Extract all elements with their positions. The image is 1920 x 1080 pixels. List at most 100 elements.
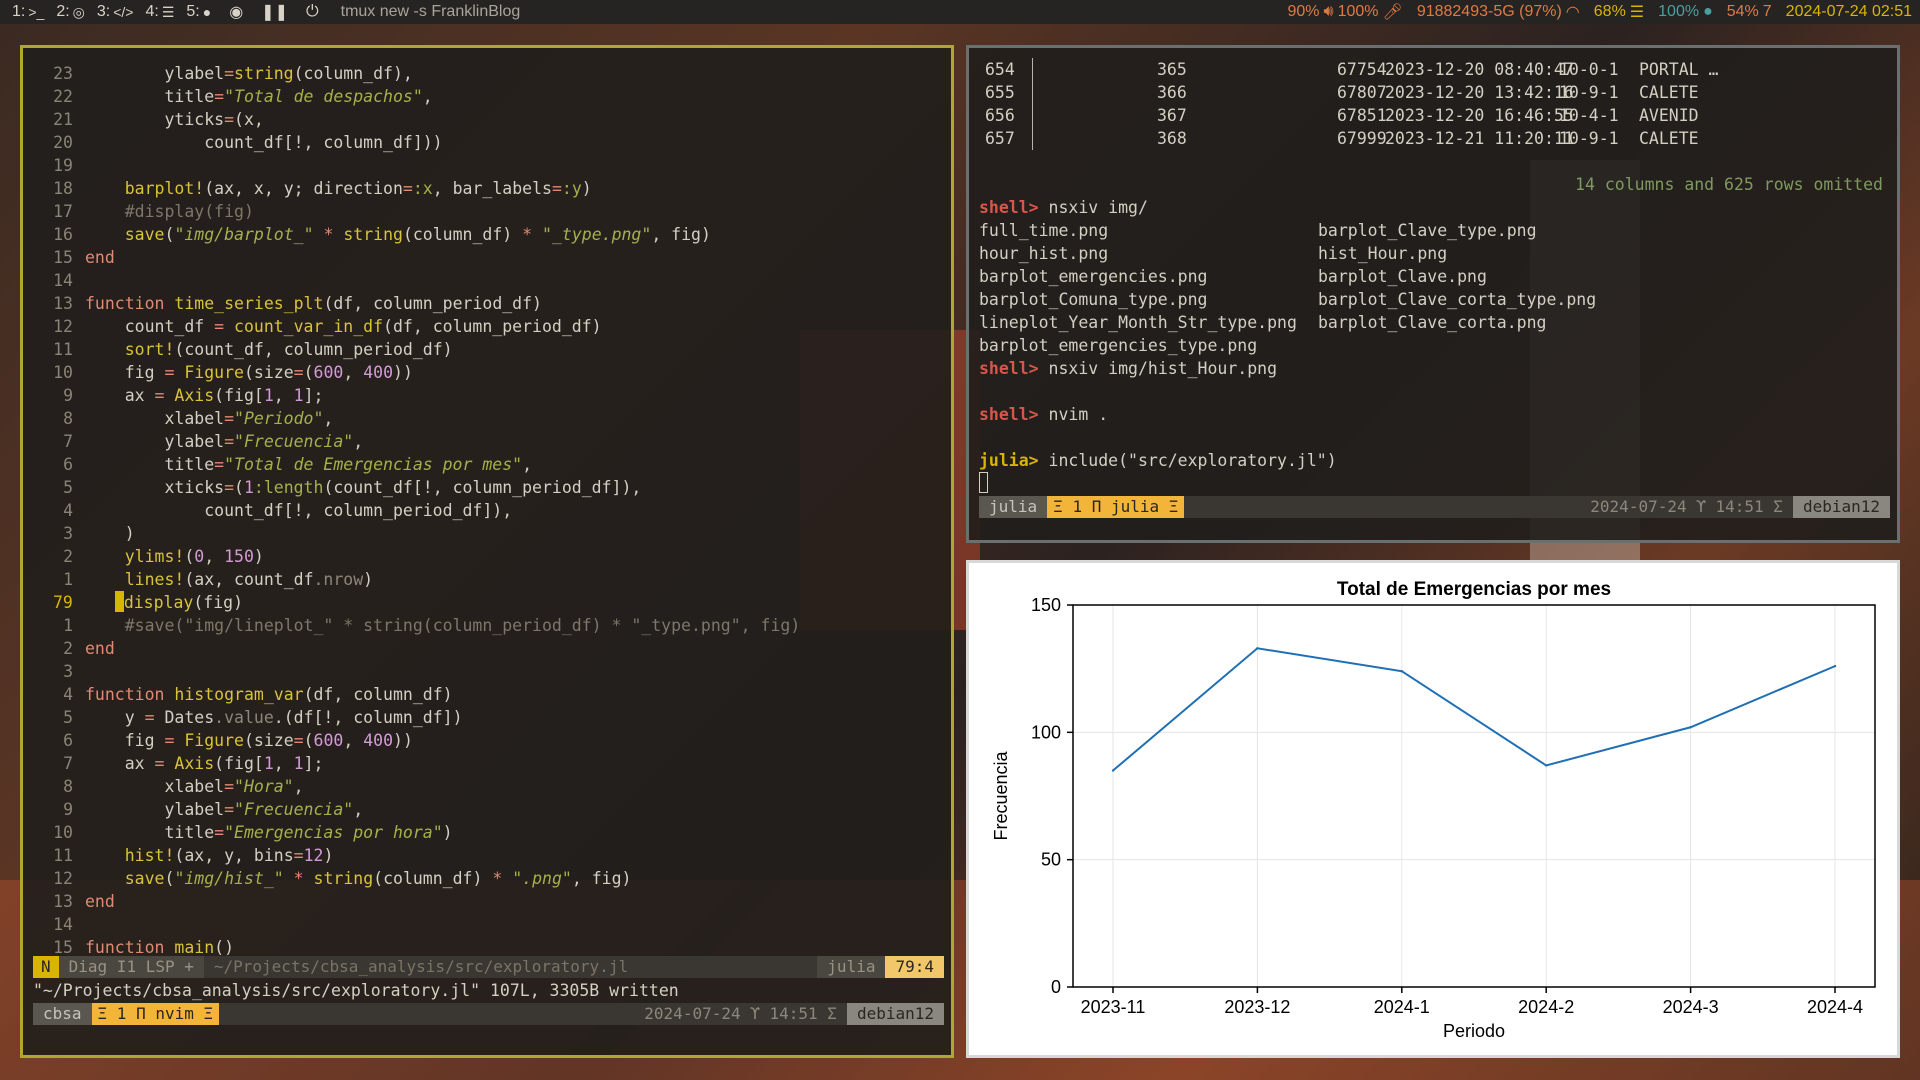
file-name: full_time.png <box>979 221 1109 240</box>
table-row: 655 366 67807 2023-12-20 13:42:16 10-9-1 CALE… <box>979 81 1891 104</box>
code-line[interactable]: 3 ) <box>23 522 951 545</box>
code-line[interactable]: 5 xticks=(1:length(count_df[!, column_pe… <box>23 476 951 499</box>
code-line[interactable]: 21 yticks=(x, <box>23 108 951 131</box>
code-text: function histogram_var(df, column_df) <box>85 685 453 704</box>
code-text: ylabel="Frecuencia", <box>85 800 364 819</box>
code-line[interactable]: 9 ylabel="Frecuencia", <box>23 798 951 821</box>
line-number: 21 <box>53 110 73 129</box>
clock[interactable]: 2024-07-24 02:51 <box>1786 3 1912 21</box>
file-name: barplot_emergencies.png <box>979 267 1208 286</box>
code-line[interactable]: 3 <box>23 660 951 683</box>
code-line[interactable]: 15 end <box>23 246 951 269</box>
code-line[interactable]: 14 <box>23 269 951 292</box>
line-chart: 2023-11 2023-12 2024-1 2024-2 2024-3 2024-4 0 5… <box>991 579 1876 1041</box>
plot-window[interactable]: 2023-11 2023-12 2024-1 2024-2 2024-3 2024-4 0 5… <box>966 560 1900 1058</box>
volume-status[interactable]: 90% 🔊︎ 100% 🎤︎ <box>1287 2 1402 22</box>
code-line[interactable]: 4 function histogram_var(df, column_df) <box>23 683 951 706</box>
code-line[interactable]: 13 end <box>23 890 951 913</box>
top-bar: 1: >_ 2: ◎ 3: </> 4: ☰ 5: ● ◉ ❚❚ ⏻ tmux new -s Frank… <box>0 0 1920 24</box>
workspace-5[interactable]: 5: ● <box>186 3 211 21</box>
code-line[interactable]: 18 barplot!(ax, x, y; direction=:x, bar_… <box>23 177 951 200</box>
line-number: 19 <box>53 156 73 175</box>
code-line[interactable]: 19 <box>23 154 951 177</box>
battery-icon: ☰ <box>1629 4 1645 21</box>
terminal-cursor[interactable] <box>979 472 988 493</box>
x-tick-label: 2024-1 <box>1374 997 1430 1017</box>
line-number: 12 <box>53 869 73 888</box>
code-line[interactable]: 7 ylabel="Frecuencia", <box>23 430 951 453</box>
nvim-pane[interactable]: 23 ylabel=string(column_df), 22 title="To… <box>20 45 954 1058</box>
speaker-icon: 🔊︎ <box>1323 3 1334 20</box>
code-line[interactable]: 6 title="Total de Emergencias por mes", <box>23 453 951 476</box>
code-line[interactable]: 6 fig = Figure(size=(600, 400)) <box>23 729 951 752</box>
code-line[interactable]: 2 ylims!(0, 150) <box>23 545 951 568</box>
line-number: 9 <box>63 386 73 405</box>
y-tick-label: 50 <box>1041 850 1061 870</box>
code-line[interactable]: 10 title="Emergencias por hora") <box>23 821 951 844</box>
code-line[interactable]: 9 ax = Axis(fig[1, 1]; <box>23 384 951 407</box>
code-line[interactable]: 14 <box>23 913 951 936</box>
code-line[interactable]: 7 ax = Axis(fig[1, 1]; <box>23 752 951 775</box>
code-line[interactable]: 1 lines!(ax, count_df.nrow) <box>23 568 951 591</box>
code-line[interactable]: 12 save("img/hist_" * string(column_df) … <box>23 867 951 890</box>
code-icon: </> <box>113 4 134 20</box>
line-number: 20 <box>53 133 73 152</box>
notes-icon: ☰ <box>161 3 175 20</box>
code-editor[interactable]: 23 ylabel=string(column_df), 22 title="To… <box>23 62 951 959</box>
code-line[interactable]: 16 save("img/barplot_" * string(column_d… <box>23 223 951 246</box>
battery-status[interactable]: 68% ☰ <box>1594 2 1644 22</box>
pause-icon[interactable]: ❚❚ <box>261 2 288 22</box>
file-name: barplot_Comuna_type.png <box>979 290 1208 309</box>
x-axis-label: Periodo <box>1443 1021 1505 1041</box>
code-text: title="Emergencias por hora") <box>85 823 453 842</box>
line-number: 16 <box>53 225 73 244</box>
code-line[interactable]: 23 ylabel=string(column_df), <box>23 62 951 85</box>
dataframe-output: 654 365 67754 2023-12-20 08:40:47 10-0-1 PORT… <box>979 58 1891 150</box>
eye-off-icon[interactable]: ◉ <box>229 2 243 22</box>
code-line[interactable]: 79 display(fig) <box>23 591 951 614</box>
code-line[interactable]: 10 fig = Figure(size=(600, 400)) <box>23 361 951 384</box>
table-cell: 10-4-1 <box>1559 106 1619 125</box>
code-line[interactable]: 22 title="Total de despachos", <box>23 85 951 108</box>
line-number: 8 <box>63 777 73 796</box>
tmux-window-tab[interactable]: Ξ 1 Π julia Ξ <box>1047 496 1185 518</box>
brightness-status[interactable]: 100% ● <box>1658 3 1713 21</box>
table-cell: 654 <box>985 60 1015 79</box>
power-icon[interactable]: ⏻ <box>306 3 319 21</box>
wifi-status[interactable]: 91882493-5G (97%) ◠ <box>1417 2 1580 22</box>
window-title: tmux new -s FranklinBlog <box>340 3 521 20</box>
code-line[interactable]: 4 count_df[!, column_period_df]), <box>23 499 951 522</box>
workspace-2[interactable]: 2: ◎ <box>56 3 85 21</box>
code-line[interactable]: 11 sort!(count_df, column_period_df) <box>23 338 951 361</box>
code-text: xlabel="Periodo", <box>85 409 334 428</box>
code-line[interactable]: 8 xlabel="Periodo", <box>23 407 951 430</box>
code-text: end <box>85 248 115 267</box>
mode-indicator: N <box>33 956 59 978</box>
code-text: ax = Axis(fig[1, 1]; <box>85 386 324 405</box>
repl-output[interactable]: 654 365 67754 2023-12-20 08:40:47 10-0-1 PORT… <box>979 58 1891 495</box>
code-line[interactable]: 20 count_df[!, column_df])) <box>23 131 951 154</box>
tmux-window-tab[interactable]: Ξ 1 Π nvim Ξ <box>91 1003 220 1025</box>
tmux-session[interactable]: julia <box>979 496 1048 518</box>
line-number: 15 <box>53 248 73 267</box>
workspace-3[interactable]: 3: </> <box>97 3 134 21</box>
command-line: shell> nsxiv img/hist_Hour.png <box>979 357 1891 380</box>
code-line[interactable]: 12 count_df = count_var_in_df(df, column… <box>23 315 951 338</box>
command-text: nsxiv img/ <box>1038 198 1148 217</box>
code-line[interactable]: 17 #display(fig) <box>23 200 951 223</box>
code-line[interactable]: 8 xlabel="Hora", <box>23 775 951 798</box>
julia-repl-pane[interactable]: 654 365 67754 2023-12-20 08:40:47 10-0-1 PORT… <box>966 45 1900 543</box>
workspace-1[interactable]: 1: >_ <box>12 3 44 21</box>
y-tick-label: 150 <box>1031 595 1061 615</box>
x-tick-label: 2023-12 <box>1224 997 1290 1017</box>
tmux-session[interactable]: cbsa <box>33 1003 92 1025</box>
code-line[interactable]: 1 #save("img/lineplot_" * string(column_… <box>23 614 951 637</box>
cpu-status[interactable]: 54% 7 <box>1727 3 1772 21</box>
code-line[interactable]: 5 y = Dates.value.(df[!, column_df]) <box>23 706 951 729</box>
code-line[interactable]: 13 function time_series_plt(df, column_pe… <box>23 292 951 315</box>
code-line[interactable]: 11 hist!(ax, y, bins=12) <box>23 844 951 867</box>
brightness-icon: ● <box>1703 3 1713 20</box>
tmux-statusbar: cbsa Ξ 1 Π nvim Ξ 2024-07-24 ϒ 14:51 Σ d… <box>33 1003 944 1025</box>
code-line[interactable]: 2 end <box>23 637 951 660</box>
workspace-4[interactable]: 4: ☰ <box>145 3 174 21</box>
